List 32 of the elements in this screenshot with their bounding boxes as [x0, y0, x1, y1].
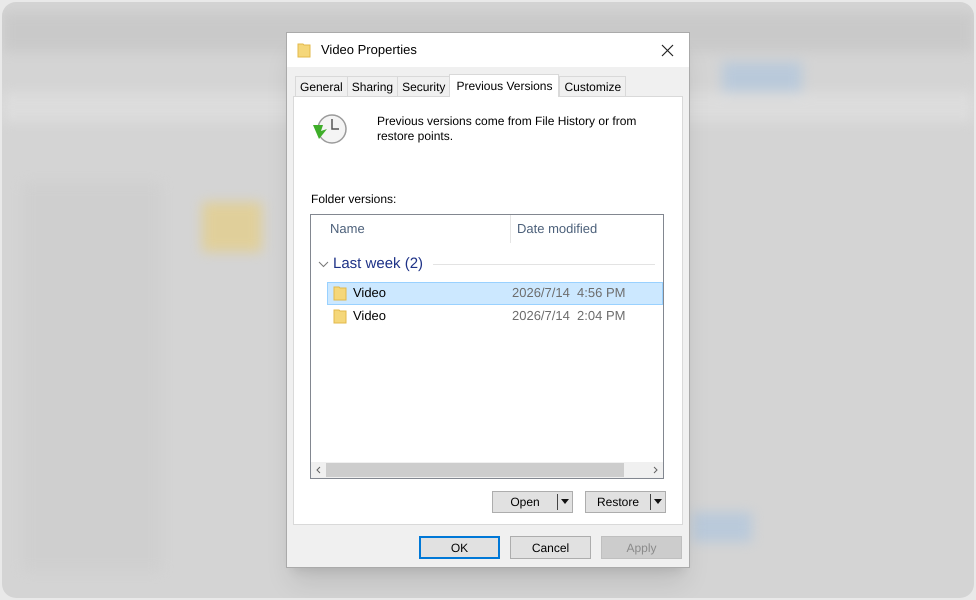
folder-icon	[333, 285, 347, 301]
folder-icon	[333, 308, 347, 324]
version-name: Video	[353, 284, 386, 302]
tab[interactable]: Previous Versions	[449, 74, 560, 97]
tab[interactable]: Sharing	[346, 76, 398, 96]
scroll-right-icon	[653, 466, 658, 474]
split-button[interactable]: Open	[492, 491, 573, 513]
tab[interactable]: General	[295, 76, 348, 96]
chevron-icon	[318, 260, 328, 268]
scrollbar-thumb[interactable]	[326, 463, 624, 477]
version-row[interactable]: Video 2026/7/14 4:56 PM	[327, 282, 663, 304]
split-button[interactable]: Restore	[585, 491, 666, 513]
version-name: Video	[353, 307, 386, 326]
close-icon	[660, 44, 674, 56]
dialog-button[interactable]: OK	[419, 536, 500, 559]
folder-icon	[297, 42, 311, 58]
scroll-left-icon	[316, 466, 321, 474]
group-header: Last week (2)	[333, 254, 424, 274]
list-label: Folder versions:	[311, 191, 398, 208]
version-row[interactable]: Video 2026/7/14 2:04 PM	[327, 304, 663, 328]
horizontal-scrollbar[interactable]	[311, 462, 663, 478]
column-header[interactable]: Date modified	[511, 215, 598, 243]
intro-text: Previous versions come from File History or from restore points.	[377, 113, 638, 144]
dropdown-arrow-icon	[651, 498, 665, 506]
version-date: 2026/7/14 4:56 PM	[512, 284, 626, 302]
version-date: 2026/7/14 2:04 PM	[512, 307, 626, 326]
tab[interactable]: Security	[397, 76, 450, 96]
column-header[interactable]: Name	[311, 215, 511, 243]
dropdown-arrow-icon	[558, 498, 572, 506]
tab[interactable]: Customize	[559, 76, 626, 96]
dialog-button[interactable]: Cancel	[510, 536, 591, 559]
window-title: Video Properties	[321, 41, 417, 60]
